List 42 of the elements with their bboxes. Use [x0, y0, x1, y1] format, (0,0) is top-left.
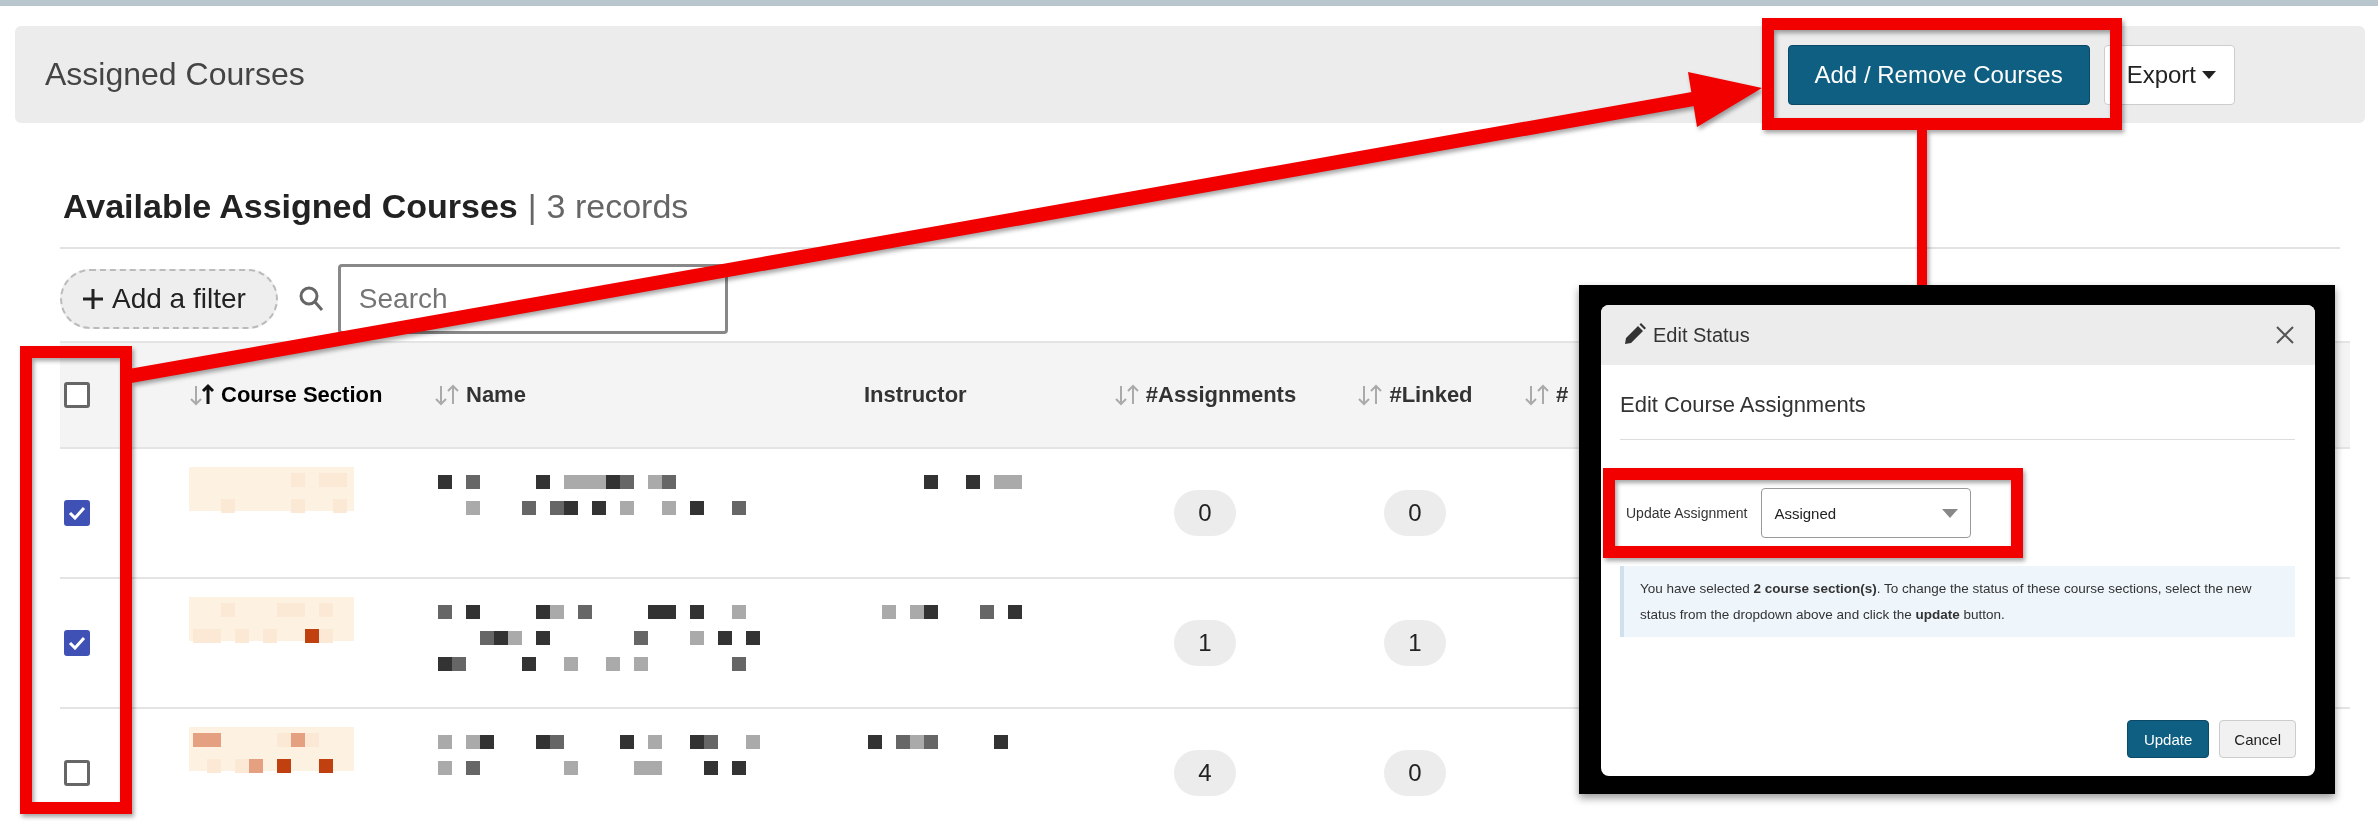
column-header[interactable]: #Assignments	[1113, 382, 1297, 408]
sort-icon	[189, 383, 215, 407]
cancel-button[interactable]: Cancel	[2219, 720, 2296, 758]
sort-icon	[434, 383, 460, 407]
sort-icon	[1524, 383, 1550, 407]
close-icon[interactable]	[2275, 325, 2295, 345]
sort-icon	[1113, 383, 1140, 407]
page-title: Assigned Courses	[45, 56, 305, 93]
select-all-checkbox[interactable]	[64, 382, 90, 408]
search-icon	[297, 285, 324, 313]
info-message: You have selected 2 course section(s). To change the status of these course sections, select the new status from the dropdown above and click the update button.	[1620, 566, 2295, 638]
caret-icon	[1942, 508, 1959, 518]
assignment-select[interactable]: Assigned	[1761, 488, 1972, 538]
record-count: 3 records	[546, 187, 689, 226]
linked-count: 0	[1384, 490, 1446, 536]
dialog-title: Edit Status	[1653, 323, 1750, 347]
column-header[interactable]: #	[1524, 382, 1569, 408]
column-header[interactable]: Course Section	[189, 382, 383, 408]
column-header[interactable]: Name	[434, 382, 526, 408]
caret-icon	[2202, 70, 2216, 79]
row-checkbox[interactable]	[64, 760, 90, 786]
column-header[interactable]: Instructor	[864, 382, 967, 408]
assignment-count: 4	[1174, 750, 1236, 796]
sort-icon	[1357, 383, 1384, 407]
check-icon	[68, 636, 86, 650]
row-checkbox[interactable]	[64, 630, 90, 656]
title-separator: |	[527, 187, 537, 226]
plus-icon	[82, 288, 104, 310]
check-icon	[68, 506, 86, 520]
assignment-count: 1	[1174, 620, 1236, 666]
assignment-count: 0	[1174, 490, 1236, 536]
dialog-heading: Edit Course Assignments	[1620, 371, 2295, 440]
linked-count: 1	[1384, 620, 1446, 666]
column-header[interactable]: #Linked	[1357, 382, 1473, 408]
add-filter-button[interactable]: Add a filter	[60, 269, 278, 329]
field-label: Update Assignment	[1626, 505, 1748, 521]
linked-count: 0	[1384, 750, 1446, 796]
update-button[interactable]: Update	[2126, 720, 2210, 758]
add-remove-courses-button[interactable]: Add / Remove Courses	[1787, 44, 2090, 105]
row-checkbox[interactable]	[64, 500, 90, 526]
export-button[interactable]: Export	[2103, 44, 2235, 105]
section-title: Available Assigned Courses	[63, 187, 518, 226]
